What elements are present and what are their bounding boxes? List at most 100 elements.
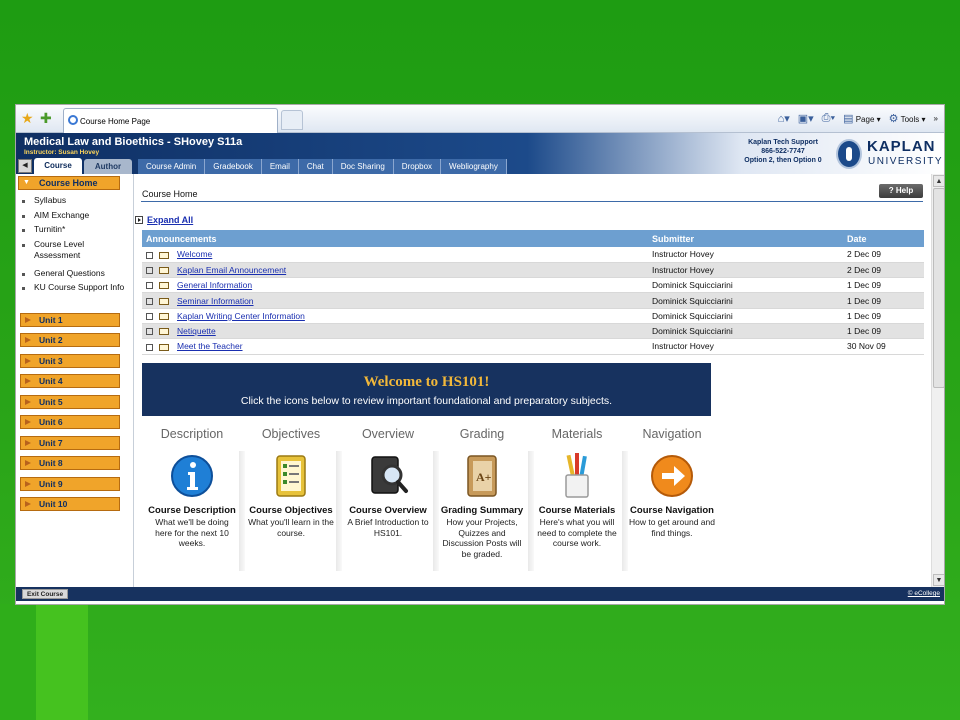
card-title[interactable]: Grading Summary [438, 505, 526, 516]
card-overview[interactable]: Overview Course Overview A Brief Introdu… [344, 427, 432, 587]
main-content: Course Home ? Help Expand All Announceme… [135, 174, 931, 587]
home-icon[interactable]: ⌂▾ [778, 112, 790, 125]
tab-author[interactable]: Author [84, 159, 132, 174]
sidebar-unit-7[interactable]: Unit 7 [20, 436, 120, 450]
submitter-cell: Dominick Squicciarini [648, 323, 843, 340]
new-tab-button[interactable] [281, 110, 303, 130]
notepad-icon[interactable] [269, 453, 313, 499]
sidebar-course-home[interactable]: Course Home [18, 176, 120, 190]
table-row[interactable]: Seminar Information Dominick Squicciarin… [142, 292, 924, 309]
announcement-link[interactable]: Netiquette [177, 326, 216, 336]
expand-icon[interactable] [146, 267, 153, 275]
page-menu[interactable]: ▤ Page ▾ [843, 112, 881, 125]
logo-subtext: UNIVERSITY [868, 156, 944, 167]
announcement-link[interactable]: Kaplan Writing Center Information [177, 311, 305, 321]
sidebar-unit-5[interactable]: Unit 5 [20, 395, 120, 409]
card-objectives[interactable]: Objectives Course Objectives What you'll… [247, 427, 335, 587]
table-row[interactable]: Meet the Teacher Instructor Hovey 30 Nov… [142, 338, 924, 355]
expand-icon[interactable] [146, 313, 153, 321]
magnifier-book-icon[interactable] [366, 453, 410, 499]
card-description[interactable]: Description Course Description What we'l… [148, 427, 236, 587]
sidebar-item-turnitin[interactable]: Turnitin* [34, 224, 130, 235]
announcement-link[interactable]: Seminar Information [177, 296, 254, 306]
course-footer: Exit Course © eCollege [16, 587, 944, 601]
announcement-link[interactable]: Meet the Teacher [177, 341, 243, 351]
scroll-up-icon[interactable]: ▲ [933, 175, 944, 187]
nav-email[interactable]: Email [261, 159, 299, 174]
tab-course[interactable]: Course [34, 158, 82, 174]
grade-notebook-icon[interactable]: A+ [460, 453, 504, 499]
announcement-link[interactable]: Welcome [177, 249, 212, 259]
table-row[interactable]: Netiquette Dominick Squicciarini 1 Dec 0… [142, 323, 924, 340]
table-row[interactable]: Kaplan Email Announcement Instructor Hov… [142, 262, 924, 279]
announcement-link[interactable]: General Information [177, 280, 252, 290]
add-favorites-icon[interactable]: ✚ [40, 110, 52, 127]
expand-icon[interactable] [146, 343, 153, 351]
sidebar-unit-10[interactable]: Unit 10 [20, 497, 120, 511]
tools-menu[interactable]: ⚙ Tools ▾ [889, 112, 926, 125]
help-button[interactable]: ? Help [879, 184, 923, 198]
card-title[interactable]: Course Navigation [628, 505, 716, 516]
arrow-circle-icon[interactable] [650, 453, 694, 499]
nav-dropbox[interactable]: Dropbox [393, 159, 442, 174]
print-icon[interactable]: ⎙▾ [822, 112, 835, 125]
sidebar-item-ku-course-support[interactable]: KU Course Support Info [34, 282, 130, 293]
card-heading: Materials [551, 427, 603, 441]
instructor-name: Instructor: Susan Hovey [24, 149, 100, 156]
pencil-cup-icon[interactable] [555, 453, 599, 499]
announcement-link[interactable]: Kaplan Email Announcement [177, 265, 286, 275]
card-navigation[interactable]: Navigation Course Navigation How to get … [628, 427, 716, 587]
nav-webliography[interactable]: Webliography [441, 159, 507, 174]
announcement-cell: Kaplan Writing Center Information [142, 308, 648, 324]
expand-icon[interactable] [146, 297, 153, 305]
scroll-down-icon[interactable]: ▼ [933, 574, 944, 586]
sidebar-item-course-level-assessment[interactable]: Course Level Assessment [34, 239, 130, 261]
sidebar-unit-2[interactable]: Unit 2 [20, 333, 120, 347]
card-title[interactable]: Course Description [148, 505, 236, 516]
info-icon[interactable] [170, 453, 214, 499]
more-chevron-icon[interactable]: » [934, 114, 938, 123]
collapse-sidebar-button[interactable]: ◀ [18, 159, 32, 173]
nav-doc-sharing[interactable]: Doc Sharing [332, 159, 394, 174]
card-materials[interactable]: Materials Course Materials Here's what y… [533, 427, 621, 587]
exit-course-button[interactable]: Exit Course [22, 589, 68, 599]
browser-tools: ⌂▾ ▣▾ ⎙▾ ▤ Page ▾ ⚙ Tools ▾ » [778, 112, 938, 125]
sidebar-unit-9[interactable]: Unit 9 [20, 477, 120, 491]
sidebar-item-general-questions[interactable]: General Questions [34, 268, 130, 279]
feeds-icon[interactable]: ▣▾ [798, 112, 814, 125]
expand-all-link[interactable]: Expand All [135, 215, 193, 225]
submitter-cell: Instructor Hovey [648, 262, 843, 279]
kaplan-shield-icon [836, 139, 862, 169]
table-row[interactable]: General Information Dominick Squicciarin… [142, 277, 924, 294]
sidebar-item-aim-exchange[interactable]: AIM Exchange [34, 210, 130, 221]
scrollbar-thumb[interactable] [933, 188, 944, 388]
expand-icon[interactable] [146, 282, 153, 290]
submitter-cell: Dominick Squicciarini [648, 277, 843, 294]
slide-decor-bar [0, 604, 36, 720]
card-grading[interactable]: Grading A+ Grading Summary How your Proj… [438, 427, 526, 587]
nav-gradebook[interactable]: Gradebook [205, 159, 262, 174]
bullet-icon [22, 229, 25, 232]
browser-tab[interactable]: Course Home Page [63, 108, 278, 133]
nav-course-admin[interactable]: Course Admin [138, 159, 206, 174]
envelope-icon [159, 267, 169, 275]
card-title[interactable]: Course Objectives [247, 505, 335, 516]
sidebar-unit-1[interactable]: Unit 1 [20, 313, 120, 327]
help-label: Help [895, 186, 914, 195]
sidebar-unit-8[interactable]: Unit 8 [20, 456, 120, 470]
table-row[interactable]: Welcome Instructor Hovey 2 Dec 09 [142, 247, 924, 263]
expand-icon[interactable] [146, 328, 153, 336]
sidebar-unit-4[interactable]: Unit 4 [20, 374, 120, 388]
card-title[interactable]: Course Overview [344, 505, 432, 516]
course-title: Medical Law and Bioethics - SHovey S11a [24, 136, 243, 148]
ecollege-link[interactable]: © eCollege [908, 590, 940, 597]
card-title[interactable]: Course Materials [533, 505, 621, 516]
expand-icon[interactable] [146, 251, 153, 259]
sidebar-unit-6[interactable]: Unit 6 [20, 415, 120, 429]
favorites-star-icon[interactable]: ★ [21, 110, 34, 127]
vertical-scrollbar[interactable]: ▲ ▼ [931, 174, 944, 587]
sidebar-unit-3[interactable]: Unit 3 [20, 354, 120, 368]
table-row[interactable]: Kaplan Writing Center Information Domini… [142, 308, 924, 324]
nav-chat[interactable]: Chat [298, 159, 333, 174]
sidebar-item-syllabus[interactable]: Syllabus [34, 195, 130, 206]
